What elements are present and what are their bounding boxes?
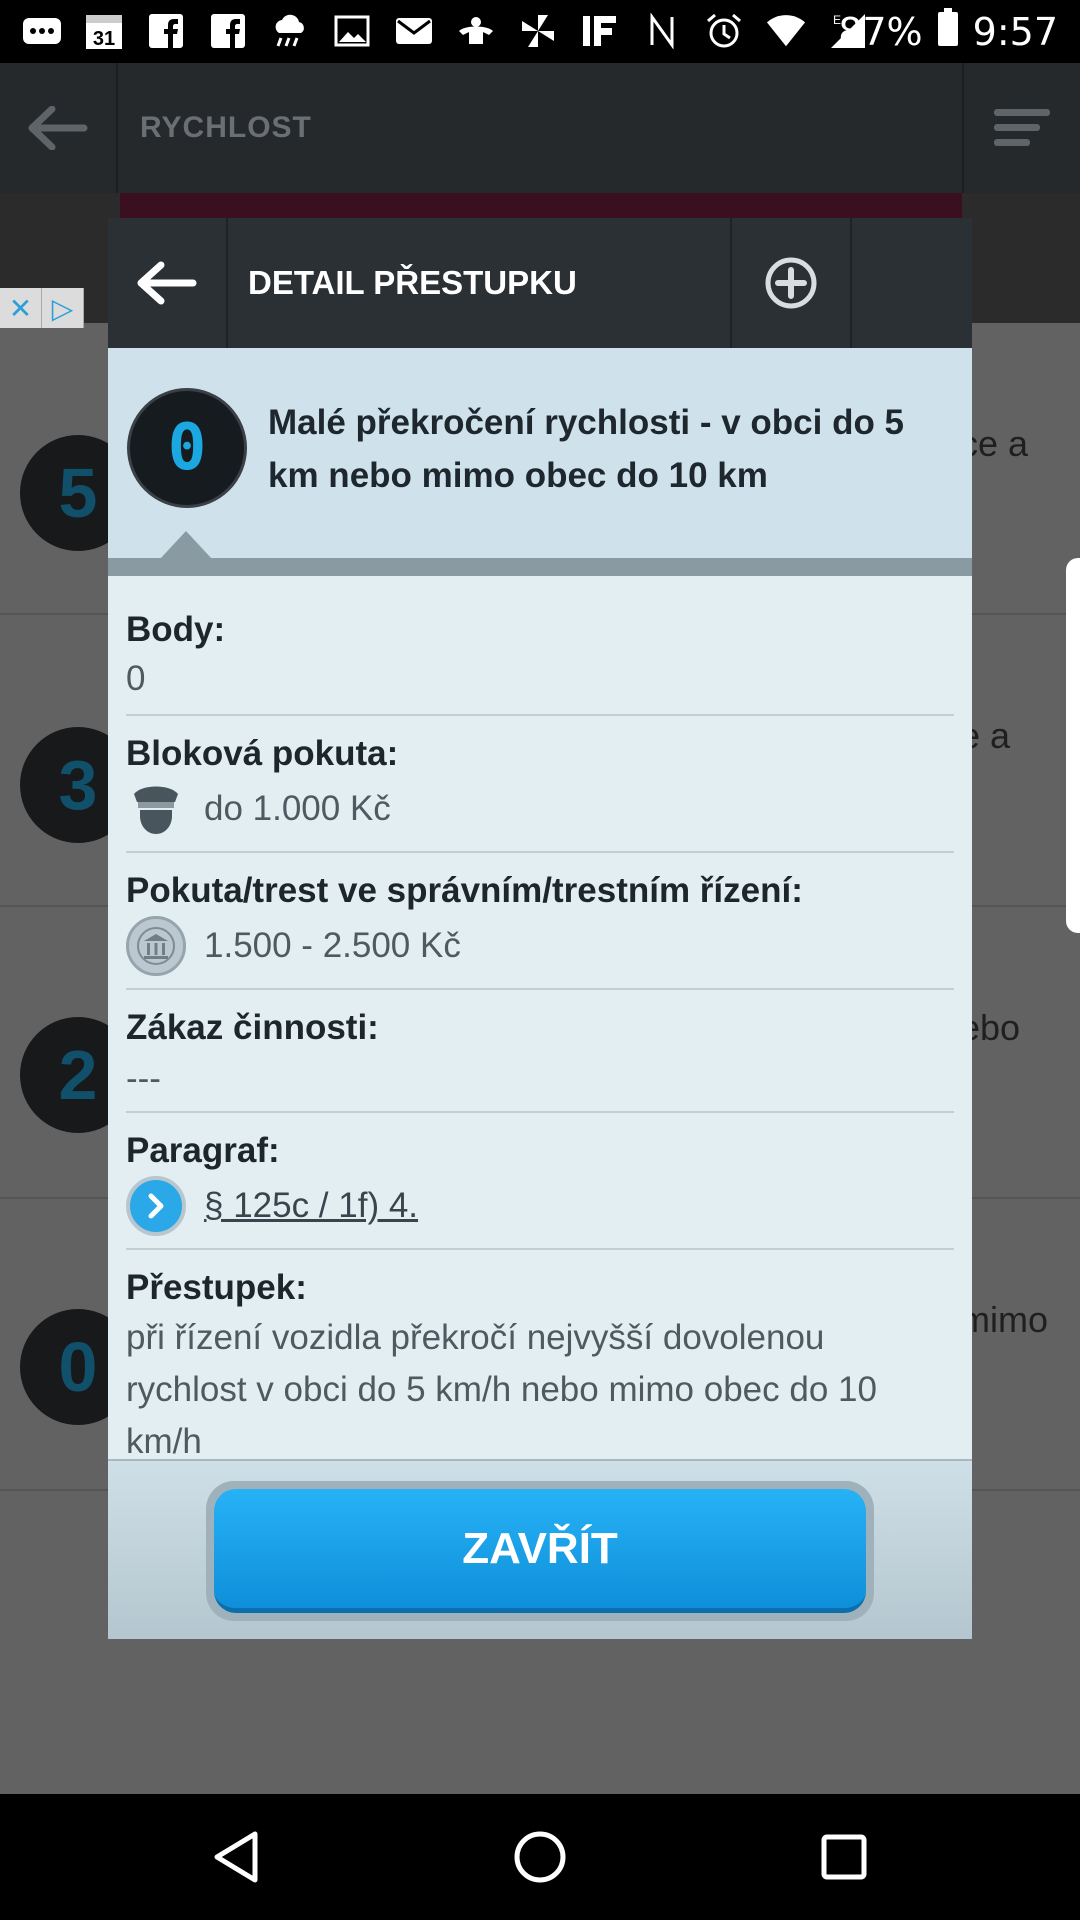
app-header: RYCHLOST xyxy=(0,63,1080,193)
field-value: 0 xyxy=(126,659,146,698)
facebook-icon-2 xyxy=(208,11,248,51)
field-label: Zákaz činnosti: xyxy=(126,1008,379,1047)
plus-circle-icon xyxy=(765,257,817,309)
menu-icon xyxy=(994,109,1050,146)
field-label: Paragraf: xyxy=(126,1131,280,1170)
recents-square-icon xyxy=(821,1834,867,1880)
paragraph-link-row[interactable]: § 125c / 1f) 4. xyxy=(126,1175,954,1237)
battery-icon xyxy=(937,7,959,56)
administrative-fine-value: 1.500 - 2.500 Kč xyxy=(204,926,461,965)
status-bar: 31 E 87% 9:57 xyxy=(0,0,1080,63)
app-back-button[interactable] xyxy=(0,63,118,193)
back-nav-button[interactable] xyxy=(206,1827,266,1887)
nfc-icon xyxy=(642,11,682,51)
add-button[interactable] xyxy=(730,218,852,348)
field-paragraph: Paragraf: § 125c / 1f) 4. xyxy=(126,1113,954,1250)
dialog-footer: ZAVŘÍT xyxy=(108,1459,972,1639)
field-ban: Zákaz činnosti: --- xyxy=(126,990,954,1113)
ad-info-icon[interactable]: ▷ xyxy=(42,288,84,328)
detail-fields: Body: 0 Bloková pokuta: do 1.000 Kč Poku… xyxy=(126,578,954,1468)
ad-controls[interactable]: ✕ ▷ xyxy=(0,288,84,328)
list-item-text: ce a xyxy=(960,423,1029,464)
facebook-icon xyxy=(146,11,186,51)
weather-icon xyxy=(270,11,310,51)
arrow-left-icon xyxy=(28,106,88,150)
field-value-row: 1.500 - 2.500 Kč xyxy=(126,915,954,977)
offense-detail-dialog: DETAIL PŘESTUPKU 0 Malé překročení rychl… xyxy=(108,218,972,1639)
dialog-back-button[interactable] xyxy=(108,218,228,348)
divider xyxy=(108,558,972,576)
paragraph-link[interactable]: § 125c / 1f) 4. xyxy=(204,1186,418,1226)
status-right: 87% 9:57 xyxy=(838,0,1058,63)
police-icon xyxy=(126,779,186,839)
home-circle-icon xyxy=(514,1831,566,1883)
battery-percent: 87% xyxy=(838,9,923,54)
offense-title: Malé překročení rychlosti - v obci do 5 … xyxy=(268,403,905,495)
image-icon xyxy=(332,11,372,51)
wifi-icon xyxy=(766,11,806,51)
field-label: Pokuta/trest ve správním/trestním řízení… xyxy=(126,871,803,910)
close-button-frame: ZAVŘÍT xyxy=(206,1481,874,1621)
app-menu-button[interactable] xyxy=(962,63,1080,193)
clock: 9:57 xyxy=(972,9,1058,54)
notification-icons: 31 E xyxy=(22,8,868,54)
divider-notch xyxy=(160,531,212,559)
field-label: Bloková pokuta: xyxy=(126,734,399,773)
field-value: --- xyxy=(126,1059,161,1098)
field-points: Body: 0 xyxy=(126,578,954,716)
mail-icon xyxy=(394,11,434,51)
more-icon xyxy=(22,11,62,51)
offense-summary: 0 Malé překročení rychlosti - v obci do … xyxy=(108,348,972,570)
side-drawer-handle[interactable] xyxy=(1066,558,1080,933)
home-nav-button[interactable] xyxy=(510,1827,570,1887)
field-administrative-fine: Pokuta/trest ve správním/trestním řízení… xyxy=(126,853,954,990)
person-icon xyxy=(456,11,496,51)
calendar-day: 31 xyxy=(93,28,115,50)
field-label: Přestupek: xyxy=(126,1268,307,1307)
dialog-title: DETAIL PŘESTUPKU xyxy=(248,264,577,301)
recents-nav-button[interactable] xyxy=(814,1827,874,1887)
field-label: Body: xyxy=(126,610,226,649)
alarm-icon xyxy=(704,11,744,51)
field-value-row: do 1.000 Kč xyxy=(126,778,954,840)
app-title: RYCHLOST xyxy=(140,111,312,144)
arrow-left-icon xyxy=(137,261,197,305)
offense-description: při řízení vozidla překročí nejvyšší dov… xyxy=(126,1318,877,1461)
field-offense: Přestupek: při řízení vozidla překročí n… xyxy=(126,1250,954,1468)
dialog-header: DETAIL PŘESTUPKU xyxy=(108,218,972,348)
list-item-text: mimo xyxy=(960,1299,1048,1340)
chevron-right-icon[interactable] xyxy=(126,1176,186,1236)
court-icon xyxy=(126,916,186,976)
block-fine-value: do 1.000 Kč xyxy=(204,789,391,828)
list-item-text: ebo xyxy=(960,1007,1021,1048)
close-button[interactable]: ZAVŘÍT xyxy=(214,1489,866,1613)
pinwheel-icon xyxy=(518,11,558,51)
navigation-bar xyxy=(0,1794,1080,1920)
list-item-text: e a xyxy=(960,715,1011,756)
back-triangle-icon xyxy=(214,1831,258,1883)
if-icon xyxy=(580,11,620,51)
ad-close-icon[interactable]: ✕ xyxy=(0,288,42,328)
points-badge: 0 xyxy=(127,388,247,508)
calendar-icon: 31 xyxy=(84,11,124,51)
field-block-fine: Bloková pokuta: do 1.000 Kč xyxy=(126,716,954,853)
